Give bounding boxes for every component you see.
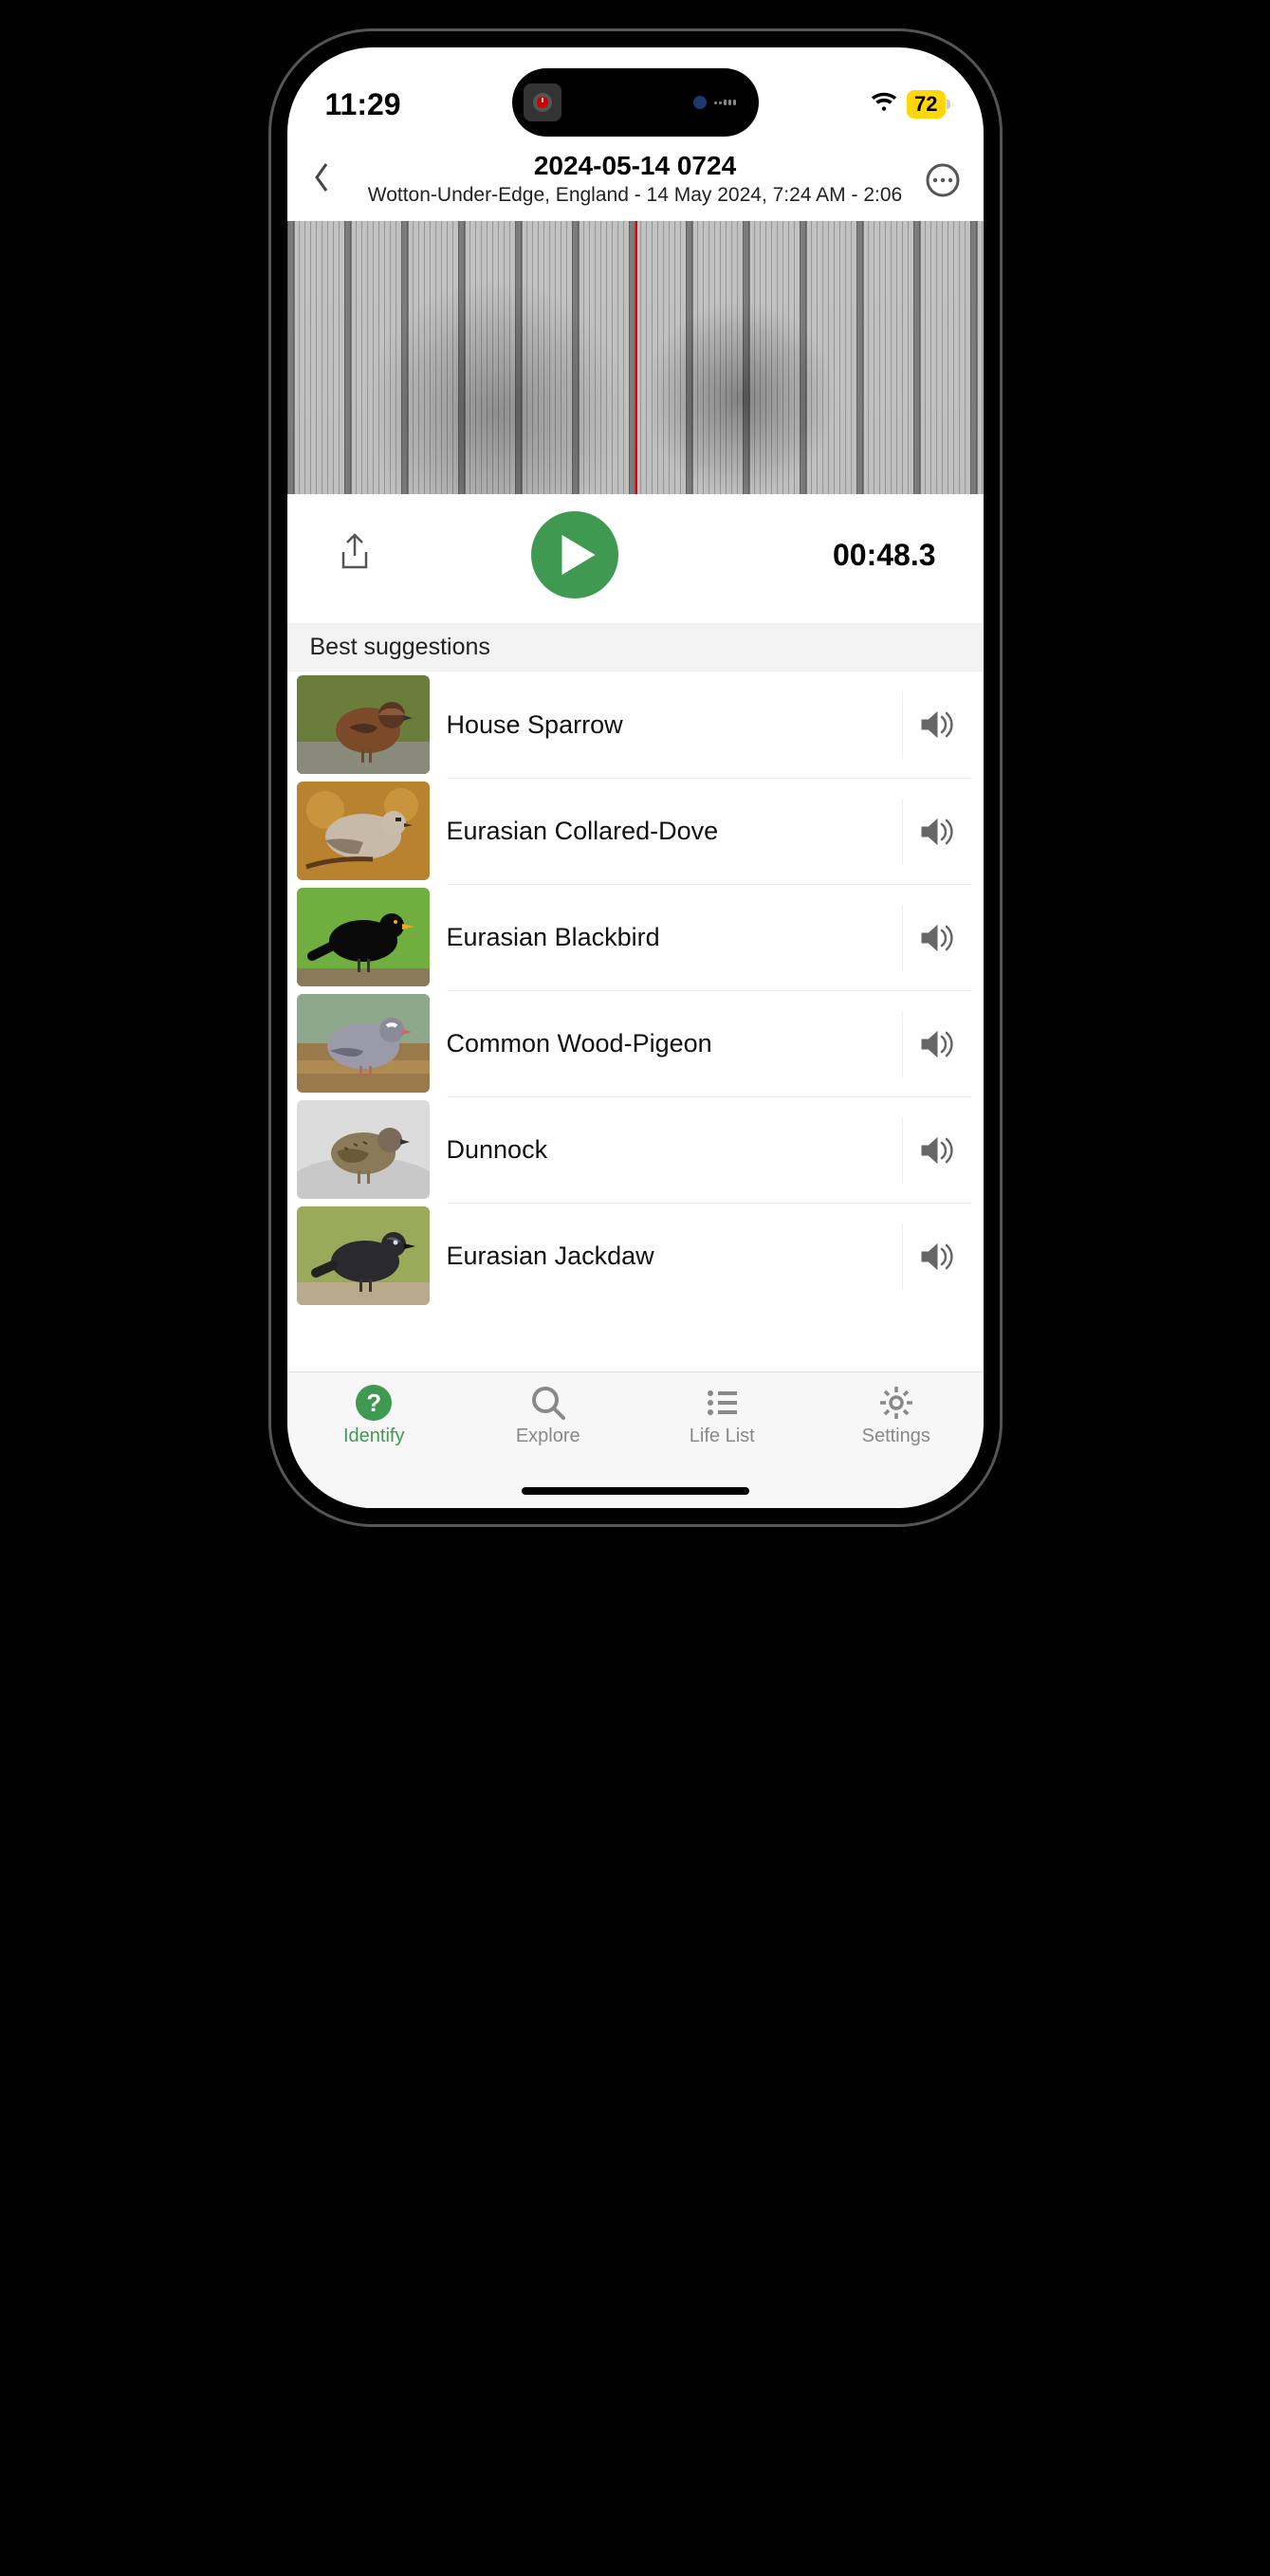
suggestion-row[interactable]: Eurasian Jackdaw <box>287 1203 984 1309</box>
status-time: 11:29 <box>325 87 401 122</box>
playback-controls: 00:48.3 <box>287 494 984 623</box>
bird-name: Eurasian Collared-Dove <box>447 817 893 846</box>
wifi-icon <box>871 92 897 118</box>
search-icon <box>529 1384 567 1422</box>
suggestion-row[interactable]: Eurasian Blackbird <box>287 884 984 990</box>
tab-gear[interactable]: Settings <box>809 1384 984 1508</box>
back-button[interactable] <box>310 161 348 198</box>
battery-level: 72 <box>907 90 945 119</box>
suggestion-row[interactable]: Eurasian Collared-Dove <box>287 778 984 884</box>
home-indicator <box>522 1487 749 1495</box>
tab-identify[interactable]: ? Identify <box>287 1384 462 1508</box>
play-sample-button[interactable] <box>902 1117 972 1184</box>
suggestion-row[interactable]: Common Wood-Pigeon <box>287 990 984 1096</box>
bird-name: Eurasian Jackdaw <box>447 1242 893 1271</box>
play-sample-button[interactable] <box>902 1011 972 1077</box>
recording-header: 2024-05-14 0724 Wotton-Under-Edge, Engla… <box>287 142 984 221</box>
suggestion-row[interactable]: House Sparrow <box>287 672 984 778</box>
list-icon <box>703 1384 741 1422</box>
recording-subtitle: Wotton-Under-Edge, England - 14 May 2024… <box>348 183 923 208</box>
suggestions-header: Best suggestions <box>287 623 984 672</box>
bird-name: Dunnock <box>447 1135 893 1165</box>
tab-label: Identify <box>343 1426 404 1447</box>
identify-icon: ? <box>356 1384 392 1422</box>
suggestions-list: House Sparrow Eurasian Collared-Dove <box>287 672 984 1309</box>
bird-thumbnail <box>297 888 430 986</box>
bird-thumbnail <box>297 1206 430 1305</box>
bird-name: Common Wood-Pigeon <box>447 1029 893 1058</box>
spectrogram[interactable] <box>287 221 984 494</box>
recording-title: 2024-05-14 0724 <box>348 152 923 181</box>
timecode: 00:48.3 <box>775 538 936 573</box>
suggestion-row[interactable]: Dunnock <box>287 1096 984 1203</box>
playhead-indicator <box>635 221 637 494</box>
bird-name: House Sparrow <box>447 710 893 740</box>
gear-icon <box>877 1384 915 1422</box>
tab-label: Settings <box>862 1426 930 1447</box>
tab-label: Explore <box>516 1426 580 1447</box>
bird-thumbnail <box>297 675 430 774</box>
bird-name: Eurasian Blackbird <box>447 923 893 952</box>
share-button[interactable] <box>335 531 375 580</box>
play-sample-button[interactable] <box>902 799 972 865</box>
tab-label: Life List <box>690 1426 755 1447</box>
bird-thumbnail <box>297 994 430 1093</box>
more-button[interactable] <box>923 162 961 198</box>
camera-dot-icon <box>693 96 707 109</box>
bird-thumbnail <box>297 1100 430 1199</box>
play-sample-button[interactable] <box>902 905 972 971</box>
play-button[interactable] <box>531 511 618 598</box>
bird-thumbnail <box>297 782 430 880</box>
dynamic-island <box>512 68 759 137</box>
play-sample-button[interactable] <box>902 1224 972 1290</box>
live-activity-icon <box>524 83 561 121</box>
signal-icon <box>714 100 736 105</box>
play-sample-button[interactable] <box>902 691 972 758</box>
